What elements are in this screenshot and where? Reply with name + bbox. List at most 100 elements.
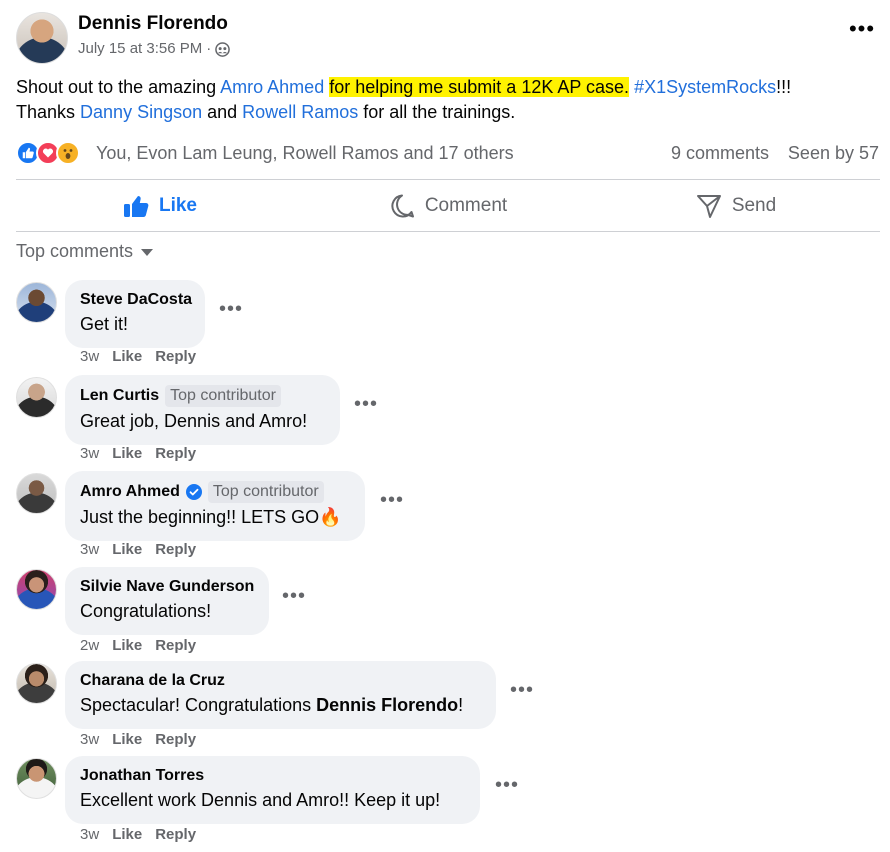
comment-item: Len Curtis Top contributor Great job, Den…	[16, 375, 866, 467]
comment-more-button[interactable]: •••	[219, 299, 243, 319]
reaction-icons[interactable]	[16, 141, 94, 165]
comment-reply-button[interactable]: Reply	[155, 826, 196, 844]
commenter-name[interactable]: Silvie Nave Gunderson	[80, 577, 254, 597]
thumbs-up-icon	[123, 195, 149, 217]
like-button[interactable]: Like	[16, 180, 304, 231]
comment-reply-button[interactable]: Reply	[155, 731, 196, 749]
author-avatar[interactable]	[16, 12, 68, 64]
comment-actions: 3w Like Reply	[80, 541, 196, 559]
post-text: Shout out to the amazing Amro Ahmed for …	[16, 75, 876, 125]
send-icon	[696, 194, 721, 218]
comment-time[interactable]: 3w	[80, 541, 99, 559]
commenter-avatar[interactable]	[16, 663, 57, 704]
comments-count[interactable]: 9 comments	[671, 142, 769, 164]
post-text-line-1: Shout out to the amazing Amro Ahmed for …	[16, 75, 876, 100]
send-button[interactable]: Send	[592, 180, 880, 231]
commenter-avatar[interactable]	[16, 282, 57, 323]
comment-like-button[interactable]: Like	[112, 731, 142, 749]
wow-reaction-icon	[56, 141, 80, 165]
comment-item: Steve DaCosta Get it! ••• 3w Like Reply	[16, 280, 866, 370]
top-contributor-badge: Top contributor	[207, 481, 324, 503]
reactions-row: You, Evon Lam Leung, Rowell Ramos and 17…	[16, 141, 880, 165]
post-text-segment: Shout out to the amazing	[16, 77, 221, 97]
comment-button[interactable]: Comment	[304, 180, 592, 231]
comment-more-button[interactable]: •••	[282, 586, 306, 606]
comment-time[interactable]: 3w	[80, 826, 99, 844]
comment-actions: 3w Like Reply	[80, 445, 196, 463]
comment-item: Amro Ahmed Top contributor Just the begi…	[16, 471, 866, 563]
commenter-name[interactable]: Len Curtis	[80, 386, 159, 406]
fire-emoji: 🔥	[319, 507, 342, 527]
comment-time[interactable]: 3w	[80, 348, 99, 366]
post-more-button[interactable]: •••	[848, 18, 876, 46]
comment-more-button[interactable]: •••	[495, 775, 519, 795]
comment-sort-dropdown[interactable]: Top comments	[16, 240, 154, 262]
hashtag-link[interactable]: #X1SystemRocks	[634, 77, 776, 97]
comment-bubble: Len Curtis Top contributor Great job, Den…	[65, 375, 340, 445]
comment-actions: 2w Like Reply	[80, 637, 196, 655]
post-timestamp[interactable]: July 15 at 3:56 PM	[78, 39, 202, 59]
comment-bubble: Amro Ahmed Top contributor Just the begi…	[65, 471, 365, 541]
commenter-avatar[interactable]	[16, 758, 57, 799]
comment-text-content: Spectacular! Congratulations	[80, 695, 317, 715]
post-text-segment: !!!	[776, 77, 792, 97]
post-text-segment: for all the trainings.	[358, 102, 516, 122]
caret-down-icon	[141, 248, 154, 256]
comment-item: Charana de la Cruz Spectacular! Congratu…	[16, 661, 866, 753]
comment-reply-button[interactable]: Reply	[155, 348, 196, 366]
commenter-name[interactable]: Jonathan Torres	[80, 766, 204, 786]
commenter-name[interactable]: Steve DaCosta	[80, 290, 192, 310]
comment-reply-button[interactable]: Reply	[155, 637, 196, 655]
like-label: Like	[158, 194, 198, 216]
comment-like-button[interactable]: Like	[112, 826, 142, 844]
author-name[interactable]: Dennis Florendo	[78, 13, 228, 35]
comment-time[interactable]: 3w	[80, 731, 99, 749]
group-icon[interactable]	[215, 41, 231, 57]
action-bar: Like Comment Send	[16, 179, 880, 232]
seen-count[interactable]: Seen by 57	[788, 142, 879, 164]
reactors-summary[interactable]: You, Evon Lam Leung, Rowell Ramos and 17…	[96, 142, 514, 164]
comment-time[interactable]: 2w	[80, 637, 99, 655]
commenter-avatar[interactable]	[16, 473, 57, 514]
mention-danny-singson[interactable]: Danny Singson	[80, 102, 202, 122]
top-contributor-badge: Top contributor	[165, 385, 281, 407]
comment-reply-button[interactable]: Reply	[155, 445, 196, 463]
commenter-avatar[interactable]	[16, 377, 57, 418]
comment-text: Excellent work Dennis and Amro!! Keep it…	[80, 790, 441, 810]
comment-text: Just the beginning!! LETS GO🔥	[80, 505, 351, 529]
comment-more-button[interactable]: •••	[380, 490, 404, 510]
send-label: Send	[731, 194, 777, 216]
comment-bubble: Steve DaCosta Get it!	[65, 280, 205, 348]
comment-more-button[interactable]: •••	[354, 394, 378, 414]
comment-bubble: Silvie Nave Gunderson Congratulations!	[65, 567, 269, 635]
mention-amro-ahmed[interactable]: Amro Ahmed	[220, 77, 324, 97]
comment-text-content: Just the beginning!! LETS GO	[80, 507, 320, 527]
comment-reply-button[interactable]: Reply	[155, 541, 196, 559]
meta-separator: ·	[206, 40, 212, 57]
comment-actions: 3w Like Reply	[80, 731, 196, 749]
commenter-name[interactable]: Amro Ahmed	[80, 482, 180, 502]
post-text-segment: and	[202, 102, 243, 122]
mention-rowell-ramos[interactable]: Rowell Ramos	[242, 102, 358, 122]
mention-dennis-florendo[interactable]: Dennis Florendo	[316, 695, 458, 715]
comment-like-button[interactable]: Like	[112, 445, 142, 463]
highlighted-text: for helping me submit a 12K AP case.	[329, 77, 630, 97]
post-meta: July 15 at 3:56 PM ·	[78, 39, 231, 59]
comment-text: Congratulations!	[80, 601, 212, 621]
comment-actions: 3w Like Reply	[80, 348, 196, 366]
comment-bubble: Jonathan Torres Excellent work Dennis an…	[65, 756, 480, 824]
commenter-avatar[interactable]	[16, 569, 57, 610]
comment-like-button[interactable]: Like	[112, 637, 142, 655]
post-header: Dennis Florendo July 15 at 3:56 PM · •••	[16, 10, 880, 66]
comment-sort-label: Top comments	[16, 241, 134, 261]
post-text-segment: Thanks	[16, 102, 81, 122]
comment-actions: 3w Like Reply	[80, 826, 196, 844]
comment-item: Jonathan Torres Excellent work Dennis an…	[16, 756, 866, 848]
comment-more-button[interactable]: •••	[510, 680, 534, 700]
comment-like-button[interactable]: Like	[112, 541, 142, 559]
comment-item: Silvie Nave Gunderson Congratulations! •…	[16, 567, 866, 657]
comment-label: Comment	[424, 194, 508, 216]
comment-time[interactable]: 3w	[80, 445, 99, 463]
comment-like-button[interactable]: Like	[112, 348, 142, 366]
commenter-name[interactable]: Charana de la Cruz	[80, 671, 225, 691]
